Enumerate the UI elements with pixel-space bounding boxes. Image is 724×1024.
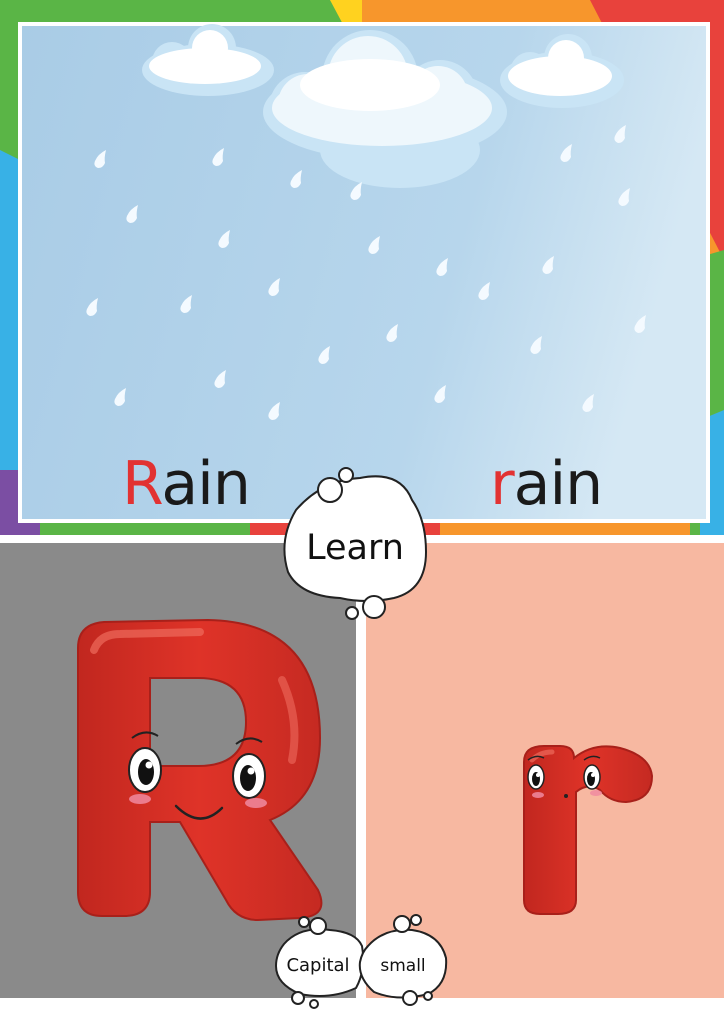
- small-word-rest: ain: [513, 449, 603, 519]
- learn-label: Learn: [306, 528, 404, 568]
- small-first-letter: r: [490, 449, 515, 519]
- alphabet-card: Rain rain Learn Capital small: [0, 0, 724, 1024]
- capital-first-letter: R: [122, 449, 162, 519]
- capital-label: Capital: [286, 955, 350, 976]
- card-artwork: [0, 0, 724, 1024]
- word-rain-capital: Rain: [122, 446, 251, 522]
- capital-word-rest: ain: [161, 449, 250, 519]
- word-rain-small: rain: [490, 446, 603, 522]
- small-label: small: [380, 956, 426, 976]
